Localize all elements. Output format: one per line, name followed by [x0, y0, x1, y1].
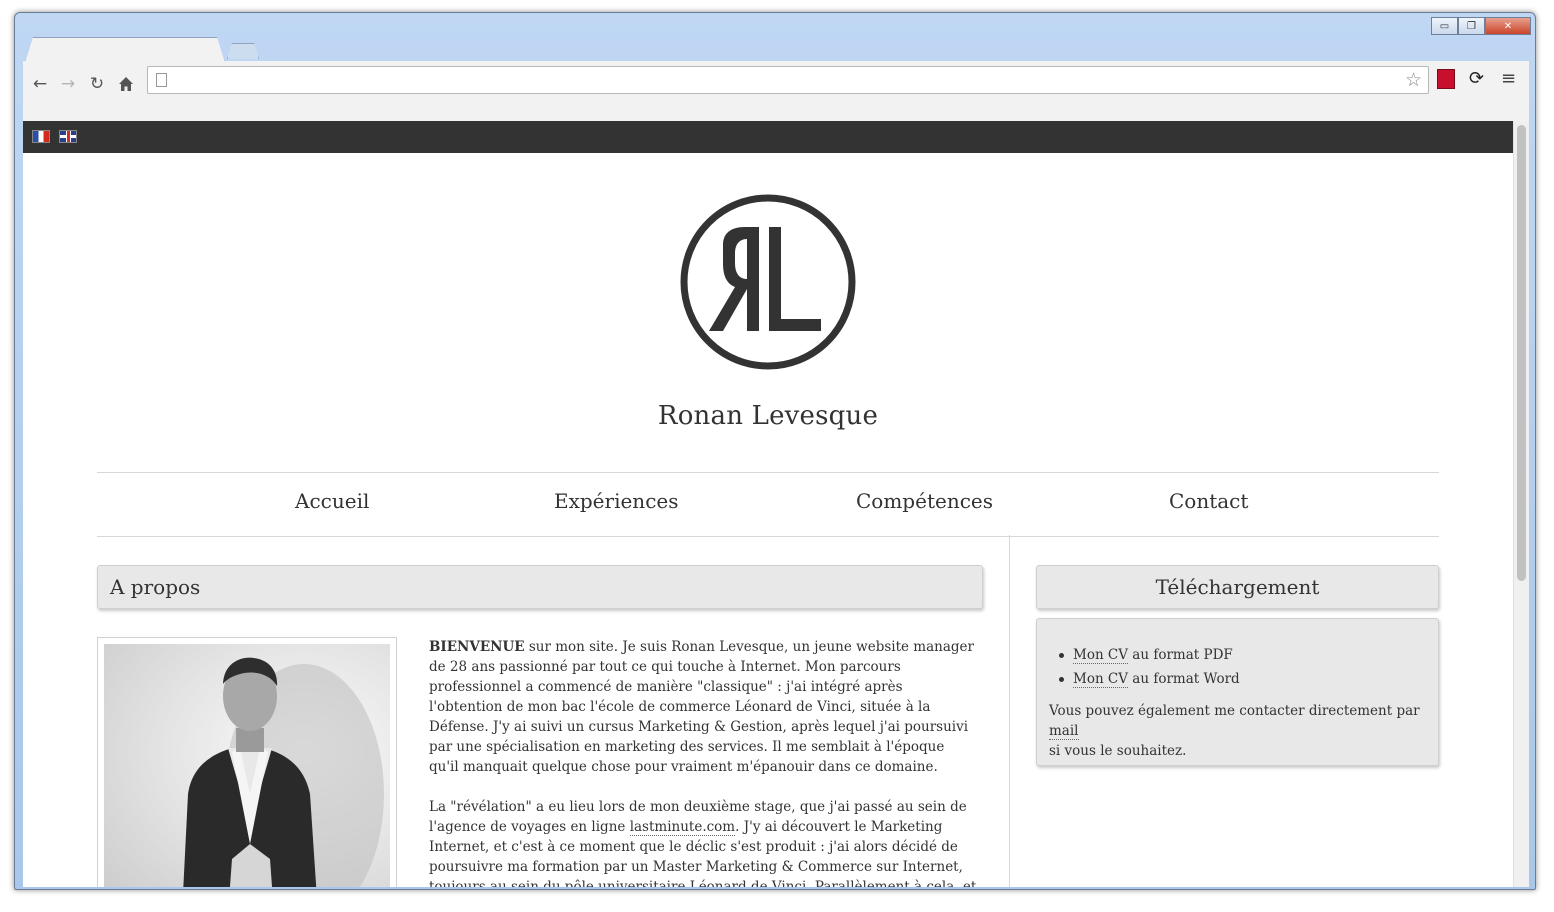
about-paragraph-2: La "révélation" a eu lieu lors de mon de… [429, 797, 977, 887]
page-viewport: Ronan Levesque Accueil Expériences Compé… [23, 121, 1529, 887]
page-icon [156, 73, 167, 87]
download-heading: Téléchargement [1036, 565, 1439, 609]
home-button[interactable] [115, 73, 137, 95]
home-icon [119, 77, 133, 91]
title-bar: ▭ ❐ ✕ [15, 13, 1535, 63]
about-paragraph-1-text: sur mon site. Je suis Ronan Levesque, un… [429, 639, 974, 775]
url-input[interactable] [176, 68, 1376, 92]
minimize-icon: ▭ [1439, 20, 1450, 32]
new-tab-button[interactable] [227, 43, 259, 59]
menu-icon[interactable]: ≡ [1501, 68, 1516, 89]
flag-en-icon[interactable] [59, 130, 77, 143]
about-paragraph-1: BIENVENUE sur mon site. Je suis Ronan Le… [429, 637, 977, 777]
close-button[interactable]: ✕ [1485, 17, 1531, 35]
site-logo[interactable] [679, 193, 857, 371]
column-divider [1009, 535, 1010, 887]
mail-link[interactable]: mail [1049, 723, 1079, 740]
reload-icon: ↻ [89, 74, 105, 94]
cv-pdf-link[interactable]: Mon CV [1073, 647, 1129, 664]
portrait-illustration [183, 657, 384, 887]
nav-item-competences[interactable]: Compétences [856, 489, 993, 513]
download-list: Mon CV au format PDF Mon CV au format Wo… [1049, 645, 1426, 689]
cv-pdf-label: au format PDF [1128, 647, 1233, 663]
list-item: Mon CV au format Word [1059, 669, 1426, 689]
about-text: BIENVENUE sur mon site. Je suis Ronan Le… [429, 637, 977, 887]
nav-item-contact[interactable]: Contact [1169, 489, 1248, 513]
window-controls: ▭ ❐ ✕ [1431, 17, 1531, 35]
browser-toolbar: ← → ↻ ☆ ⟳ ≡ [23, 61, 1529, 121]
language-bar [23, 121, 1513, 153]
profile-photo-frame [97, 637, 397, 887]
bookmark-star-icon[interactable]: ☆ [1405, 69, 1422, 91]
site-name: Ronan Levesque [657, 401, 879, 431]
nav-item-accueil[interactable]: Accueil [295, 489, 369, 513]
minimize-button[interactable]: ▭ [1431, 17, 1458, 35]
close-icon: ✕ [1503, 20, 1513, 32]
welcome-label: BIENVENUE [429, 639, 525, 655]
address-bar[interactable]: ☆ [147, 66, 1429, 94]
flag-fr-icon[interactable] [32, 130, 50, 143]
download-panel: Mon CV au format PDF Mon CV au format Wo… [1036, 618, 1439, 766]
extension-sync-icon[interactable]: ⟳ [1469, 68, 1484, 89]
list-item: Mon CV au format PDF [1059, 645, 1426, 665]
cv-word-label: au format Word [1128, 671, 1240, 687]
arrow-left-icon: ← [32, 74, 48, 94]
main-nav: Accueil Expériences Compétences Contact [97, 473, 1439, 533]
tab-active[interactable] [25, 37, 225, 63]
scrollbar-thumb[interactable] [1517, 125, 1526, 581]
reload-button[interactable]: ↻ [86, 73, 108, 95]
contact-note: Vous pouvez également me contacter direc… [1049, 701, 1426, 761]
browser-window: ▭ ❐ ✕ ← → ↻ ☆ ⟳ ≡ Ronan Levesque Accueil… [14, 12, 1536, 890]
contact-note-text-a: Vous pouvez également me contacter direc… [1049, 703, 1420, 719]
nav-item-experiences[interactable]: Expériences [554, 489, 679, 513]
forward-button[interactable]: → [57, 73, 79, 95]
lastminute-link[interactable]: lastminute.com [629, 819, 736, 836]
arrow-right-icon: → [60, 74, 76, 94]
cv-word-link[interactable]: Mon CV [1073, 671, 1129, 688]
back-button[interactable]: ← [29, 73, 51, 95]
maximize-icon: ❐ [1467, 20, 1476, 32]
extension-red-icon[interactable] [1437, 69, 1455, 89]
profile-photo [104, 644, 390, 887]
nav-bottom-divider [97, 536, 1439, 537]
about-heading: A propos [97, 565, 983, 609]
maximize-button[interactable]: ❐ [1458, 17, 1485, 35]
contact-note-text-b: si vous le souhaitez. [1049, 743, 1187, 759]
page-scrollbar[interactable] [1513, 121, 1529, 887]
